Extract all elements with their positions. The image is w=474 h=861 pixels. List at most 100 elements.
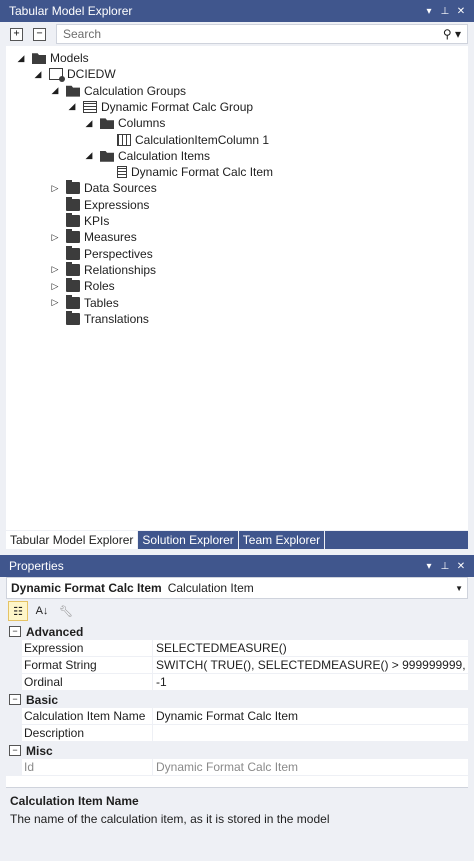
tree-node-label: CalculationItemColumn 1 bbox=[135, 132, 270, 147]
folder-icon bbox=[66, 213, 80, 227]
collapse-icon[interactable]: − bbox=[9, 626, 21, 637]
properties-toolbar: ☷ A↓ 🔧︎ bbox=[6, 599, 468, 623]
search-box: ⚲ ▾ bbox=[56, 24, 468, 44]
close-icon[interactable]: ✕ bbox=[454, 6, 468, 17]
tree-calculation-items[interactable]: ◢ Calculation Items bbox=[84, 148, 211, 164]
object-type: Calculation Item bbox=[167, 581, 254, 595]
expand-arrow-icon[interactable]: ▷ bbox=[50, 281, 60, 292]
folder-icon bbox=[66, 261, 80, 276]
tree-dynamic-format-calc-item[interactable]: Dynamic Format Calc Item bbox=[101, 164, 273, 180]
dropdown-arrow-icon[interactable]: ▾ bbox=[422, 6, 436, 17]
property-value[interactable]: SELECTEDMEASURE() bbox=[153, 640, 468, 656]
category-label: Advanced bbox=[26, 624, 84, 639]
property-value[interactable]: -1 bbox=[153, 674, 468, 690]
description-text: The name of the calculation item, as it … bbox=[10, 812, 330, 826]
row-gutter bbox=[6, 674, 22, 690]
pin-icon[interactable]: ⊥ bbox=[438, 6, 452, 17]
property-row[interactable]: Id Dynamic Format Calc Item bbox=[6, 759, 468, 776]
property-name: Format String bbox=[22, 657, 153, 673]
tree-node-label: KPIs bbox=[84, 214, 110, 228]
tab-team-explorer[interactable]: Team Explorer bbox=[239, 531, 326, 549]
property-value[interactable]: SWITCH( TRUE(), SELECTEDMEASURE() > 9999… bbox=[153, 657, 468, 673]
alphabetical-sort-icon[interactable]: A↓ bbox=[32, 601, 52, 621]
tree-columns[interactable]: ◢ Columns bbox=[84, 115, 166, 131]
tme-title-bar: Tabular Model Explorer ▾ ⊥ ✕ bbox=[0, 0, 474, 22]
property-row[interactable]: Calculation Item Name Dynamic Format Calc… bbox=[6, 708, 468, 725]
tree-calculation-groups[interactable]: ◢ Calculation Groups bbox=[50, 83, 187, 99]
category-misc[interactable]: − Misc bbox=[6, 742, 468, 759]
row-gutter bbox=[6, 657, 22, 673]
expand-arrow-icon[interactable]: ▷ bbox=[50, 183, 60, 194]
model-icon bbox=[49, 68, 65, 83]
tree-perspectives[interactable]: Perspectives bbox=[50, 245, 153, 262]
tree-model-dciedw[interactable]: ◢ DCIEDW bbox=[33, 66, 116, 83]
tree-models[interactable]: ◢ Models bbox=[16, 50, 89, 66]
folder-icon bbox=[66, 245, 80, 260]
properties-panel: Properties ▾ ⊥ ✕ Dynamic Format Calc Ite… bbox=[0, 555, 474, 845]
property-row[interactable]: Expression SELECTEDMEASURE() bbox=[6, 640, 468, 657]
tree-measures[interactable]: ▷ Measures bbox=[50, 229, 137, 245]
collapse-all-button[interactable]: − bbox=[33, 27, 46, 41]
search-input[interactable] bbox=[63, 27, 437, 41]
row-gutter bbox=[6, 759, 22, 775]
description-title: Calculation Item Name bbox=[10, 794, 139, 808]
category-label: Basic bbox=[26, 692, 59, 707]
row-gutter bbox=[6, 708, 22, 724]
expand-arrow-icon[interactable]: ▷ bbox=[50, 232, 60, 243]
tab-solution-explorer[interactable]: Solution Explorer bbox=[138, 531, 239, 549]
object-selector[interactable]: Dynamic Format Calc Item Calculation Ite… bbox=[6, 577, 468, 599]
close-icon[interactable]: ✕ bbox=[454, 561, 468, 572]
collapse-icon[interactable]: − bbox=[9, 694, 21, 705]
search-icon[interactable]: ⚲ ▾ bbox=[437, 27, 467, 41]
expand-arrow-icon[interactable]: ▷ bbox=[50, 264, 60, 275]
collapse-arrow-icon[interactable]: ◢ bbox=[16, 53, 26, 64]
property-row[interactable]: Description bbox=[6, 725, 468, 742]
property-value[interactable]: Dynamic Format Calc Item bbox=[153, 708, 468, 724]
object-name: Dynamic Format Calc Item bbox=[11, 581, 162, 595]
tree-expressions[interactable]: Expressions bbox=[50, 196, 149, 213]
folder-open-icon bbox=[66, 85, 80, 97]
tree-node-label: Dynamic Format Calc Item bbox=[131, 165, 274, 180]
property-name: Description bbox=[22, 725, 153, 741]
dropdown-arrow-icon[interactable]: ▾ bbox=[422, 561, 436, 572]
expand-arrow-icon[interactable]: ▷ bbox=[50, 297, 60, 308]
tree-data-sources[interactable]: ▷ Data Sources bbox=[50, 180, 157, 196]
expand-all-button[interactable]: + bbox=[10, 27, 23, 41]
collapse-arrow-icon[interactable]: ◢ bbox=[67, 101, 77, 112]
collapse-arrow-icon[interactable]: ◢ bbox=[50, 85, 60, 96]
collapse-arrow-icon[interactable]: ◢ bbox=[84, 150, 94, 161]
tree-relationships[interactable]: ▷ Relationships bbox=[50, 261, 156, 278]
property-value[interactable] bbox=[153, 725, 468, 741]
property-description: Calculation Item Name The name of the ca… bbox=[6, 787, 468, 845]
row-gutter bbox=[6, 725, 22, 741]
collapse-arrow-icon[interactable]: ◢ bbox=[84, 118, 94, 129]
categorized-view-icon[interactable]: ☷ bbox=[8, 601, 28, 621]
tree-node-label: Tables bbox=[84, 295, 119, 310]
property-name: Expression bbox=[22, 640, 153, 656]
category-basic[interactable]: − Basic bbox=[6, 691, 468, 708]
tree-roles[interactable]: ▷ Roles bbox=[50, 278, 115, 294]
calculation-item-icon bbox=[117, 166, 127, 179]
tree-node-label: Roles bbox=[84, 279, 115, 294]
tab-tabular-model-explorer[interactable]: Tabular Model Explorer bbox=[6, 531, 139, 549]
tree-dynamic-format-calc-group[interactable]: ◢ Dynamic Format Calc Group bbox=[67, 99, 254, 115]
property-pages-icon[interactable]: 🔧︎ bbox=[56, 601, 76, 621]
tree-translations[interactable]: Translations bbox=[50, 310, 149, 327]
collapse-icon[interactable]: − bbox=[9, 745, 21, 756]
property-row[interactable]: Ordinal -1 bbox=[6, 674, 468, 691]
tree-kpis[interactable]: KPIs bbox=[50, 213, 109, 229]
property-row[interactable]: Format String SWITCH( TRUE(), SELECTEDMEA… bbox=[6, 657, 468, 674]
folder-open-icon bbox=[100, 118, 114, 130]
tree-tables[interactable]: ▷ Tables bbox=[50, 294, 119, 311]
tree-calculation-item-column[interactable]: CalculationItemColumn 1 bbox=[101, 132, 269, 148]
folder-icon bbox=[66, 294, 80, 309]
pin-icon[interactable]: ⊥ bbox=[438, 561, 452, 572]
tabular-model-explorer-panel: Tabular Model Explorer ▾ ⊥ ✕ + − ⚲ ▾ ◢ Mo… bbox=[0, 0, 474, 549]
category-advanced[interactable]: − Advanced bbox=[6, 623, 468, 640]
row-gutter bbox=[6, 640, 22, 656]
collapse-arrow-icon[interactable]: ◢ bbox=[33, 69, 43, 80]
tree-node-label: Translations bbox=[84, 311, 149, 326]
chevron-down-icon: ▼ bbox=[455, 583, 463, 593]
tree-node-label: Calculation Items bbox=[118, 148, 211, 163]
folder-icon bbox=[66, 310, 80, 325]
